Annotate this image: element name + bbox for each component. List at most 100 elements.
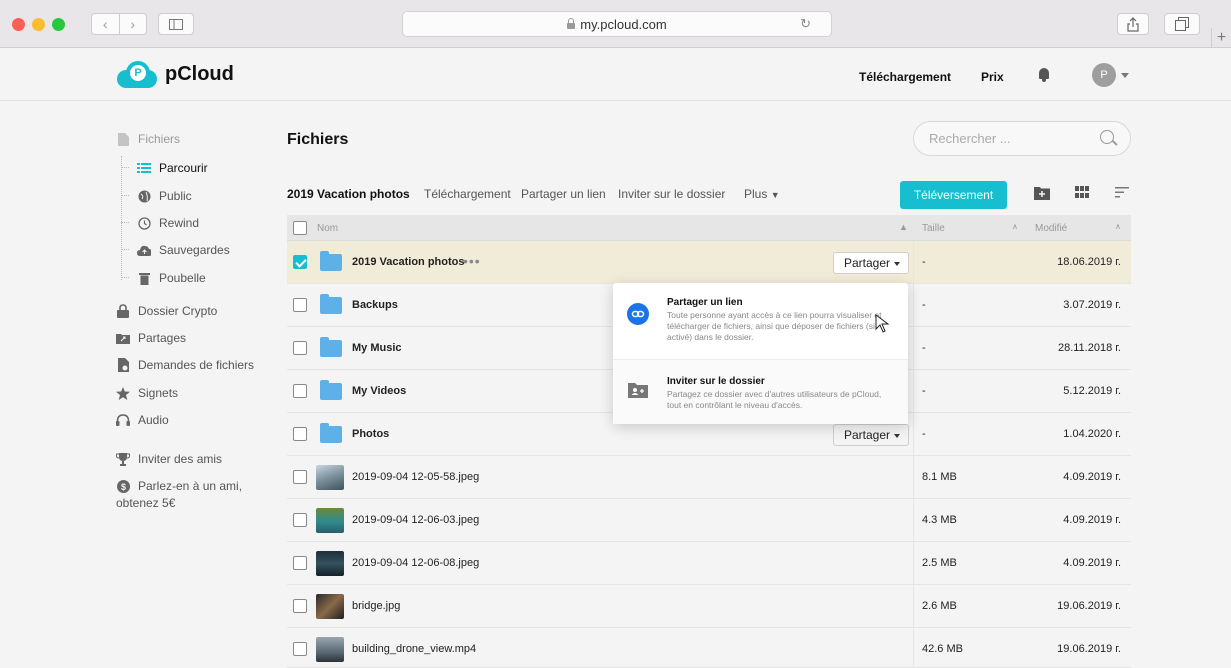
header-pricing-link[interactable]: Prix bbox=[981, 70, 1004, 84]
share-icon[interactable] bbox=[1117, 13, 1149, 35]
toolbar-invite-button[interactable]: Inviter sur le dossier bbox=[618, 187, 725, 201]
coin-icon: $ bbox=[116, 479, 130, 493]
file-name[interactable]: My Music bbox=[352, 342, 402, 354]
back-icon[interactable]: ‹ bbox=[92, 14, 120, 34]
file-request-icon bbox=[116, 358, 130, 372]
file-name[interactable]: 2019-09-04 12-06-08.jpeg bbox=[352, 557, 479, 569]
row-checkbox[interactable] bbox=[293, 642, 307, 656]
sort-icon[interactable] bbox=[1115, 186, 1131, 202]
pcloud-logo[interactable]: P pCloud bbox=[117, 60, 234, 88]
row-checkbox[interactable] bbox=[293, 556, 307, 570]
address-bar[interactable]: my.pcloud.com ↻ bbox=[402, 11, 832, 37]
invite-folder-option[interactable]: Inviter sur le dossier Partagez ce dossi… bbox=[613, 360, 908, 424]
header-download-link[interactable]: Téléchargement bbox=[859, 70, 951, 84]
sidebar-item-crypto[interactable]: Dossier Crypto bbox=[116, 304, 217, 318]
file-date: 5.12.2019 г. bbox=[1063, 385, 1121, 397]
file-name[interactable]: 2019-09-04 12-06-03.jpeg bbox=[352, 514, 479, 526]
file-name[interactable]: 2019 Vacation photos bbox=[352, 256, 464, 268]
sidebar-item-bookmarks[interactable]: Signets bbox=[116, 386, 178, 400]
toolbar-download-button[interactable]: Téléchargement bbox=[424, 187, 511, 201]
table-row[interactable]: bridge.jpg 2.6 MB 19.06.2019 г. bbox=[287, 585, 1131, 628]
sidebar-item-trash[interactable]: Poubelle bbox=[137, 271, 206, 285]
search-input[interactable] bbox=[929, 131, 1079, 146]
toolbar-more-button[interactable]: Plus ▼ bbox=[744, 187, 780, 201]
column-name-header[interactable]: Nom bbox=[317, 223, 338, 234]
sidebar-item-invite-friends[interactable]: Inviter des amis bbox=[116, 452, 222, 466]
table-row[interactable]: 2019-09-04 12-06-03.jpeg 4.3 MB 4.09.201… bbox=[287, 499, 1131, 542]
new-folder-icon[interactable] bbox=[1034, 186, 1050, 202]
more-options-icon[interactable]: ••• bbox=[463, 253, 481, 269]
file-name[interactable]: My Videos bbox=[352, 385, 406, 397]
sidebar-item-backups[interactable]: Sauvegardes bbox=[137, 243, 230, 257]
shared-folder-icon bbox=[116, 331, 130, 345]
sort-icon[interactable]: ∧ bbox=[1115, 222, 1121, 231]
trash-icon bbox=[137, 271, 151, 285]
sidebar-toggle-icon[interactable] bbox=[158, 13, 194, 35]
lock-icon bbox=[116, 304, 130, 318]
tabs-overview-icon[interactable] bbox=[1164, 13, 1200, 35]
row-checkbox[interactable] bbox=[293, 427, 307, 441]
notifications-bell-icon[interactable] bbox=[1038, 68, 1050, 82]
mouse-cursor-icon bbox=[875, 314, 890, 333]
sidebar-item-file-requests[interactable]: Demandes de fichiers bbox=[116, 358, 254, 372]
share-dropdown-button[interactable]: Partager bbox=[833, 424, 909, 446]
minimize-window-button[interactable] bbox=[32, 18, 45, 31]
select-all-checkbox[interactable] bbox=[293, 221, 307, 235]
star-icon bbox=[116, 386, 130, 400]
invite-folder-title: Inviter sur le dossier bbox=[667, 376, 765, 387]
link-icon bbox=[627, 303, 649, 325]
share-dropdown-button[interactable]: Partager bbox=[833, 252, 909, 274]
toolbar-share-link-button[interactable]: Partager un lien bbox=[521, 187, 606, 201]
row-checkbox[interactable] bbox=[293, 470, 307, 484]
forward-icon[interactable]: › bbox=[120, 14, 147, 34]
grid-view-icon[interactable] bbox=[1075, 186, 1091, 202]
sidebar-item-files[interactable]: Fichiers bbox=[116, 132, 180, 146]
file-icon bbox=[116, 132, 130, 146]
file-size: 8.1 MB bbox=[922, 471, 957, 483]
new-tab-button[interactable]: + bbox=[1211, 28, 1231, 48]
history-icon bbox=[137, 216, 151, 230]
sidebar-item-audio[interactable]: Audio bbox=[116, 413, 169, 427]
sidebar-item-public[interactable]: Public bbox=[137, 189, 192, 203]
search-icon[interactable] bbox=[1100, 130, 1114, 144]
sidebar-item-browse[interactable]: Parcourir bbox=[137, 161, 208, 175]
row-checkbox[interactable] bbox=[293, 384, 307, 398]
sidebar-item-rewind[interactable]: Rewind bbox=[137, 216, 199, 230]
file-name[interactable]: 2019-09-04 12-05-58.jpeg bbox=[352, 471, 479, 483]
file-date: 4.09.2019 г. bbox=[1063, 471, 1121, 483]
sort-icon[interactable]: ∧ bbox=[1012, 222, 1018, 231]
file-date: 3.07.2019 г. bbox=[1063, 299, 1121, 311]
avatar[interactable]: P bbox=[1092, 63, 1116, 87]
file-name[interactable]: Photos bbox=[352, 428, 389, 440]
row-checkbox[interactable] bbox=[293, 513, 307, 527]
row-checkbox[interactable] bbox=[293, 298, 307, 312]
file-size: 4.3 MB bbox=[922, 514, 957, 526]
file-name[interactable]: Backups bbox=[352, 299, 398, 311]
column-modified-header[interactable]: Modifié bbox=[1035, 223, 1067, 234]
sidebar-item-refer-friend-reward[interactable]: obtenez 5€ bbox=[116, 496, 175, 510]
share-link-description: Toute personne ayant accès à ce lien pou… bbox=[667, 310, 882, 342]
table-row[interactable]: 2019 Vacation photos ••• Partager - 18.0… bbox=[287, 241, 1131, 284]
headphones-icon bbox=[116, 413, 130, 427]
sidebar-item-shares[interactable]: Partages bbox=[116, 331, 186, 345]
sidebar-item-refer-friend[interactable]: $ Parlez-en à un ami, bbox=[116, 479, 242, 493]
table-row[interactable]: 2019-09-04 12-05-58.jpeg 8.1 MB 4.09.201… bbox=[287, 456, 1131, 499]
table-row[interactable]: building_drone_view.mp4 42.6 MB 19.06.20… bbox=[287, 628, 1131, 668]
upload-button[interactable]: Téléversement bbox=[900, 181, 1007, 209]
share-link-option[interactable]: Partager un lien Toute personne ayant ac… bbox=[613, 283, 908, 360]
close-window-button[interactable] bbox=[12, 18, 25, 31]
sort-asc-icon[interactable]: ▲ bbox=[899, 222, 908, 232]
file-name[interactable]: bridge.jpg bbox=[352, 600, 400, 612]
table-row[interactable]: 2019-09-04 12-06-08.jpeg 2.5 MB 4.09.201… bbox=[287, 542, 1131, 585]
file-name[interactable]: building_drone_view.mp4 bbox=[352, 643, 476, 655]
fullscreen-window-button[interactable] bbox=[52, 18, 65, 31]
file-date: 1.04.2020 г. bbox=[1063, 428, 1121, 440]
row-checkbox[interactable] bbox=[293, 255, 307, 269]
row-checkbox[interactable] bbox=[293, 341, 307, 355]
row-checkbox[interactable] bbox=[293, 599, 307, 613]
reload-icon[interactable]: ↻ bbox=[800, 16, 811, 32]
svg-text:$: $ bbox=[120, 482, 125, 492]
search-box[interactable] bbox=[913, 121, 1131, 156]
chevron-down-icon[interactable] bbox=[1121, 73, 1129, 78]
column-size-header[interactable]: Taille bbox=[922, 223, 945, 234]
